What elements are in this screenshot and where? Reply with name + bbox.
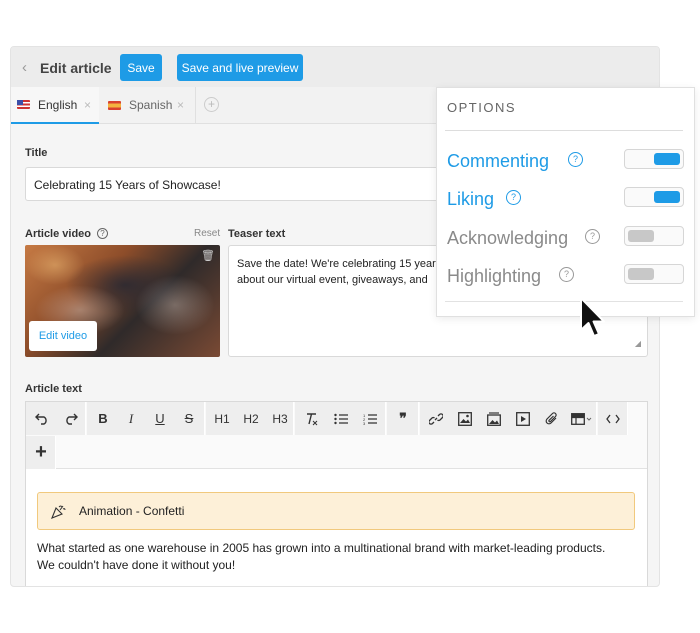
video-icon[interactable] <box>509 402 537 435</box>
article-text-label: Article text <box>25 383 82 395</box>
option-acknowledging: Acknowledging ? <box>437 225 696 255</box>
option-highlighting: Highlighting ? <box>437 263 696 293</box>
redo-icon[interactable] <box>57 402 85 435</box>
link-icon[interactable] <box>422 402 450 435</box>
video-thumbnail[interactable]: 🗑 Edit video <box>25 245 220 357</box>
add-block-button[interactable]: + <box>27 436 55 469</box>
acknowledging-toggle[interactable] <box>624 226 684 246</box>
strikethrough-button[interactable]: S <box>176 402 202 435</box>
undo-icon[interactable] <box>28 402 56 435</box>
us-flag-icon <box>17 100 30 109</box>
mouse-cursor-icon <box>580 297 605 337</box>
edit-video-button[interactable]: Edit video <box>29 321 97 351</box>
spain-flag-icon <box>108 100 121 110</box>
close-icon[interactable]: × <box>177 98 184 112</box>
paragraph-line: What started as one warehouse in 2005 ha… <box>37 541 606 555</box>
bold-button[interactable]: B <box>90 402 116 435</box>
editor-toolbar: B I U S H1 H2 H3 123 ❞ + <box>26 402 647 469</box>
animation-block[interactable]: Animation - Confetti <box>37 492 635 530</box>
resize-handle-icon[interactable]: ◢ <box>635 336 641 352</box>
page-title: Edit article <box>40 60 112 76</box>
tab-english[interactable]: English × <box>11 87 99 124</box>
option-label: Commenting <box>447 151 550 171</box>
tab-spanish-label: Spanish <box>129 98 173 112</box>
image-icon[interactable] <box>451 402 479 435</box>
animation-label: Animation - Confetti <box>79 504 185 518</box>
help-icon[interactable]: ? <box>585 229 600 244</box>
numbered-list-icon[interactable]: 123 <box>356 402 384 435</box>
code-icon[interactable] <box>599 402 627 435</box>
teaser-text-label: Teaser text <box>228 228 286 240</box>
option-commenting: Commenting ? <box>437 148 696 178</box>
title-label: Title <box>25 147 48 159</box>
heading3-button[interactable]: H3 <box>266 402 294 435</box>
bullet-list-icon[interactable] <box>327 402 355 435</box>
top-bar: ‹ Edit article Save Save and live previe… <box>11 47 659 87</box>
rich-text-editor: B I U S H1 H2 H3 123 ❞ + Animation - Con… <box>25 401 648 586</box>
highlighting-toggle[interactable] <box>624 264 684 284</box>
underline-button[interactable]: U <box>147 402 173 435</box>
option-liking: Liking ? <box>437 186 696 216</box>
save-button[interactable]: Save <box>120 54 162 81</box>
italic-button[interactable]: I <box>118 402 144 435</box>
options-popover: OPTIONS Commenting ? Liking ? Acknowledg… <box>436 87 695 317</box>
trash-icon[interactable]: 🗑 <box>201 249 215 262</box>
help-icon[interactable]: ? <box>506 190 521 205</box>
article-video-label: Article video <box>25 228 92 240</box>
table-icon[interactable] <box>567 402 597 435</box>
svg-text:3: 3 <box>363 421 366 425</box>
gallery-icon[interactable] <box>480 402 508 435</box>
chevron-left-icon[interactable]: ‹ <box>22 59 27 76</box>
heading1-button[interactable]: H1 <box>208 402 236 435</box>
add-language-icon[interactable]: + <box>204 97 219 112</box>
commenting-toggle[interactable] <box>624 149 684 169</box>
save-and-preview-button[interactable]: Save and live preview <box>177 54 303 81</box>
help-icon[interactable]: ? <box>97 228 108 239</box>
tab-english-label: English <box>38 97 78 112</box>
article-paragraph[interactable]: What started as one warehouse in 2005 ha… <box>37 540 637 574</box>
tab-spanish[interactable]: Spanish × <box>100 87 196 123</box>
quote-icon[interactable]: ❞ <box>389 402 417 435</box>
reset-link[interactable]: Reset <box>194 228 220 239</box>
option-label: Acknowledging <box>447 228 569 248</box>
help-icon[interactable]: ? <box>559 267 574 282</box>
party-popper-icon <box>51 505 66 519</box>
liking-toggle[interactable] <box>624 187 684 207</box>
close-icon[interactable]: × <box>84 98 91 112</box>
paragraph-line: We couldn't have done it without you! <box>37 558 236 572</box>
attachment-icon[interactable] <box>538 402 566 435</box>
clear-format-icon[interactable] <box>297 402 325 435</box>
options-title: OPTIONS <box>447 100 517 115</box>
heading2-button[interactable]: H2 <box>237 402 265 435</box>
option-label: Highlighting <box>447 266 542 286</box>
option-label: Liking <box>447 189 495 209</box>
help-icon[interactable]: ? <box>568 152 583 167</box>
